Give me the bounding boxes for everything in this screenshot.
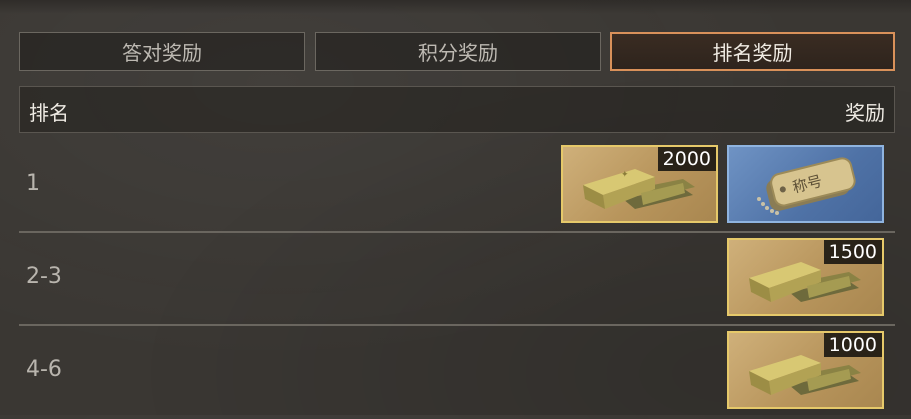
- rank-label: 2-3: [26, 264, 62, 289]
- rank-label: 4-6: [26, 357, 62, 382]
- reward-tabs: 答对奖励 积分奖励 排名奖励: [19, 32, 895, 73]
- table-row: 2-3 1500: [19, 232, 895, 326]
- table-row: 4-6 1000: [19, 325, 895, 419]
- quantity-badge: 1500: [823, 240, 882, 264]
- gold-reward-item[interactable]: ✦ 2000: [561, 145, 718, 223]
- top-fade: [0, 0, 911, 14]
- svg-text:✦: ✦: [621, 170, 629, 180]
- tab-answer-reward[interactable]: 答对奖励: [19, 32, 305, 71]
- title-reward-item[interactable]: 称号: [727, 145, 884, 223]
- rank-column-header: 排名: [29, 101, 69, 125]
- rank-label: 1: [26, 171, 40, 196]
- table-row: 1 ✦ 2000 称号: [19, 139, 895, 233]
- table-header: 排名 奖励: [19, 86, 895, 133]
- gold-reward-item[interactable]: 1000: [727, 331, 884, 409]
- gold-reward-item[interactable]: 1500: [727, 238, 884, 316]
- tab-rank-reward[interactable]: 排名奖励: [610, 32, 895, 71]
- quantity-badge: 2000: [657, 147, 716, 171]
- tab-points-reward[interactable]: 积分奖励: [315, 32, 601, 71]
- reward-column-header: 奖励: [845, 101, 885, 125]
- dog-tag-icon: 称号: [757, 157, 856, 215]
- quantity-badge: 1000: [823, 333, 882, 357]
